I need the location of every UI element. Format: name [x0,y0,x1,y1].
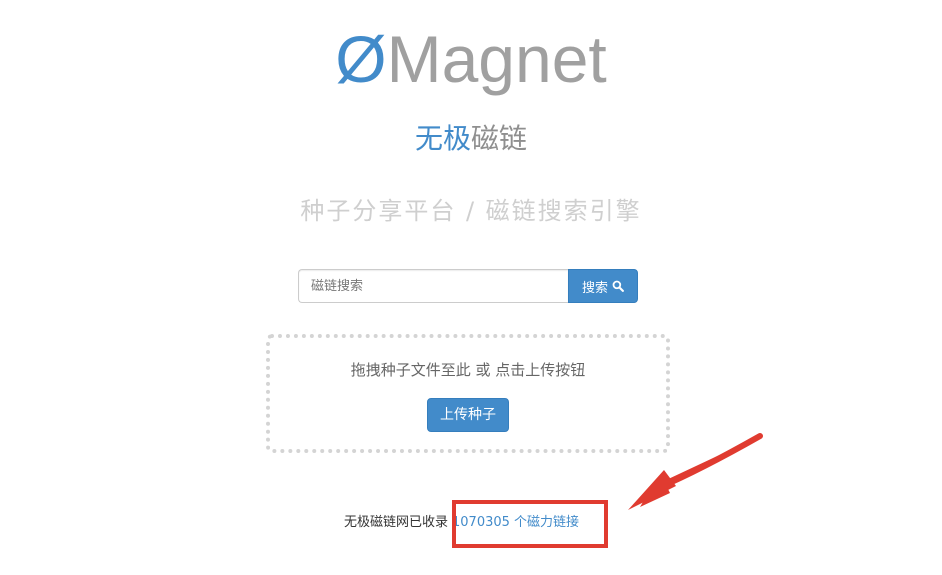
site-name-part2: 磁链 [471,122,528,155]
search-bar: 搜索 [298,269,638,303]
dropzone-hint: 拖拽种子文件至此 或 点击上传按钮 [350,361,586,379]
logo-slash: Ø [335,22,387,96]
tagline: 种子分享平台 / 磁链搜索引擎 [300,197,642,225]
search-button-label: 搜索 [581,280,608,296]
logo-text: Magnet [386,22,607,96]
torrent-dropzone[interactable]: 拖拽种子文件至此 或 点击上传按钮 上传种子 [266,334,670,453]
upload-torrent-button[interactable]: 上传种子 [427,398,509,432]
annotation-highlight-box [452,500,608,548]
page: ØMagnet 无极磁链 种子分享平台 / 磁链搜索引擎 搜索 拖拽种子文件至此… [0,0,942,575]
search-icon [612,280,624,292]
search-button[interactable]: 搜索 [568,269,638,303]
logo: ØMagnet [0,26,942,92]
site-name: 无极磁链 [0,122,942,156]
search-input[interactable] [298,269,568,303]
site-name-part1: 无极 [414,122,471,155]
stats-prefix: 无极磁链网已收录 [344,515,449,530]
